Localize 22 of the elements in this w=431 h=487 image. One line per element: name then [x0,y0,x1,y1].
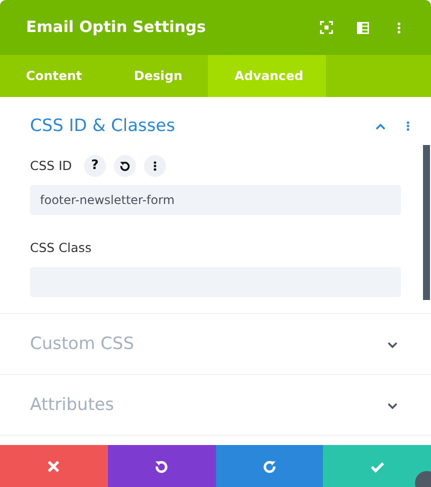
window-title: Email Optin Settings [26,18,206,37]
undo-button[interactable] [108,445,216,487]
tab[interactable]: Design [108,55,208,97]
help-button[interactable]: ? [84,155,106,177]
section-title[interactable]: CSS ID & Classes [30,116,176,136]
reset-button[interactable] [114,155,136,177]
redo-icon [262,458,277,474]
reset-icon [118,160,131,172]
tab[interactable]: Advanced [208,55,326,97]
redo-button[interactable] [216,445,324,487]
sidebar-icon[interactable] [357,22,369,34]
more-button[interactable] [144,155,166,177]
field-label: CSS ID [30,156,72,175]
save-button[interactable] [323,445,431,487]
undo-icon [154,458,170,474]
section-title[interactable]: Attributes [30,394,114,416]
input-field[interactable]: footer-newsletter-form [30,185,401,215]
tab[interactable]: Content [0,55,108,97]
scrollbar[interactable] [423,145,430,300]
close-icon [46,458,62,474]
section-title[interactable]: Custom CSS [30,334,134,354]
field-label: CSS Class [30,238,92,257]
